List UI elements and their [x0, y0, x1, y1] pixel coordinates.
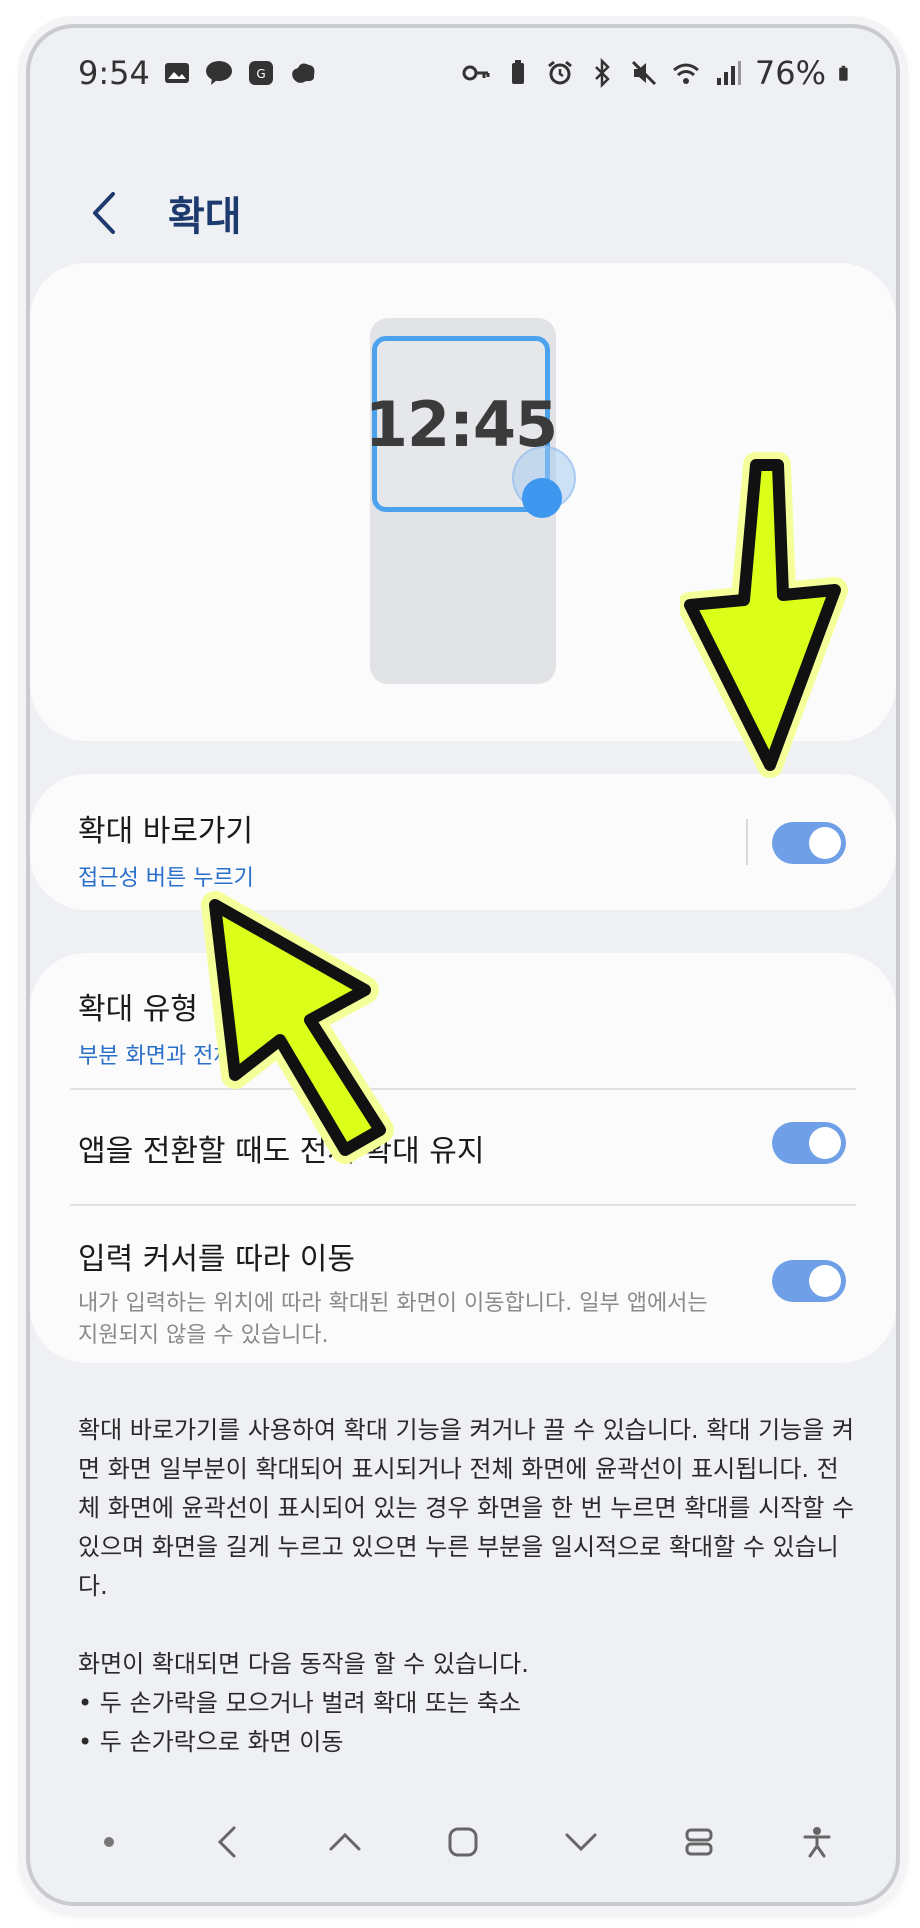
status-time: 9:54 — [78, 54, 150, 92]
status-right: 76% — [461, 54, 856, 92]
g1-icon: G — [248, 61, 273, 85]
kakaotalk-icon — [205, 61, 232, 85]
nav-recents-button[interactable] — [669, 1812, 729, 1872]
wifi-icon — [672, 63, 699, 84]
help-paragraph: 화면이 확대되면 다음 동작을 할 수 있습니다. — [78, 1650, 529, 1678]
nav-accessibility-button[interactable] — [787, 1812, 847, 1872]
follow-cursor-row[interactable]: 입력 커서를 따라 이동 내가 입력하는 위치에 따라 확대된 화면이 이동합니… — [78, 1234, 718, 1352]
dot-icon — [104, 1837, 114, 1847]
help-bullet: • 두 손가락을 모으거나 벌려 확대 또는 축소 — [78, 1689, 521, 1717]
divider — [70, 1088, 856, 1090]
shortcut-toggle[interactable] — [772, 822, 846, 864]
mute-icon — [631, 60, 656, 86]
svg-text:G: G — [256, 67, 265, 81]
help-paragraph: 확대 바로가기를 사용하여 확대 기능을 켜거나 끌 수 있습니다. 확대 기능… — [78, 1416, 855, 1600]
phone-frame: 9:54 G 76% 확대 12:45 확대 바로가기 접근성 버튼 누르기 확… — [26, 24, 900, 1906]
status-left: 9:54 G — [78, 54, 318, 92]
accessibility-icon — [803, 1827, 831, 1858]
top-bar: 확대 — [78, 178, 242, 248]
help-bullet: • 두 손가락으로 화면 이동 — [78, 1728, 344, 1756]
annotation-arrow-up-left-icon — [201, 891, 394, 1164]
home-icon — [448, 1827, 478, 1857]
battery-percent: 76% — [754, 54, 826, 92]
chevron-left-icon — [217, 1826, 236, 1858]
follow-cursor-toggle[interactable] — [772, 1260, 846, 1302]
chevron-down-icon — [565, 1833, 597, 1852]
bluetooth-icon — [594, 58, 610, 88]
key-icon — [462, 65, 490, 81]
battery-icon — [839, 65, 848, 81]
follow-cursor-title: 입력 커서를 따라 이동 — [78, 1242, 356, 1277]
resize-handle — [522, 478, 562, 518]
keep-zoom-toggle[interactable] — [772, 1122, 846, 1164]
navigation-bar — [30, 1782, 896, 1902]
nav-up-button[interactable] — [315, 1812, 375, 1872]
gallery-icon — [164, 63, 189, 83]
status-bar: 9:54 G 76% — [30, 28, 896, 118]
signal-icon — [716, 61, 741, 85]
back-button[interactable] — [78, 178, 128, 248]
shortcut-title: 확대 바로가기 — [78, 814, 254, 849]
nav-dot — [79, 1812, 139, 1872]
nav-left-button[interactable] — [197, 1812, 257, 1872]
battery-saver-icon — [511, 60, 524, 84]
page-title: 확대 — [168, 194, 242, 240]
divider — [70, 1204, 856, 1206]
follow-cursor-description: 내가 입력하는 위치에 따라 확대된 화면이 이동합니다. 일부 앱에서는 지원… — [78, 1291, 708, 1348]
alarm-icon — [547, 60, 572, 85]
back-arrow-icon — [93, 192, 115, 234]
nav-down-button[interactable] — [551, 1812, 611, 1872]
cloud-icon — [292, 63, 315, 83]
recents-icon — [685, 1828, 713, 1856]
toggle-divider — [746, 819, 748, 865]
nav-home-button[interactable] — [433, 1812, 493, 1872]
help-description: 확대 바로가기를 사용하여 확대 기능을 켜거나 끌 수 있습니다. 확대 기능… — [78, 1411, 858, 1762]
annotation-arrow-down-icon — [680, 452, 848, 778]
chevron-up-icon — [329, 1832, 361, 1851]
